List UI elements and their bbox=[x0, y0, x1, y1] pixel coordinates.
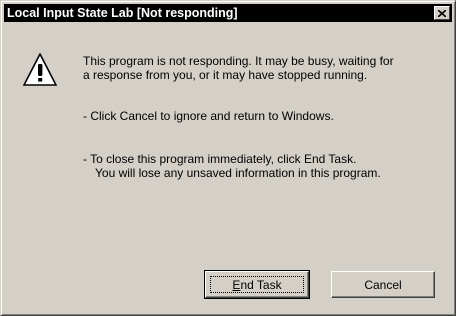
close-button[interactable] bbox=[434, 6, 450, 20]
title-bar[interactable]: Local Input State Lab [Not responding] bbox=[4, 4, 452, 22]
message-line: You will lose any unsaved information in… bbox=[95, 166, 381, 180]
message-line: - To close this program immediately, cli… bbox=[83, 152, 357, 166]
cancel-button[interactable]: Cancel bbox=[331, 271, 435, 298]
window-title: Local Input State Lab [Not responding] bbox=[7, 6, 238, 20]
message-line: This program is not responding. It may b… bbox=[83, 54, 394, 68]
warning-icon bbox=[23, 53, 57, 86]
cancel-label: Cancel bbox=[364, 277, 402, 292]
message-line: a response from you, or it may have stop… bbox=[83, 68, 368, 82]
not-responding-dialog: Local Input State Lab [Not responding] T… bbox=[0, 0, 456, 316]
focus-ring bbox=[210, 276, 304, 293]
end-task-button[interactable]: End Task bbox=[204, 270, 310, 299]
close-icon bbox=[438, 9, 446, 17]
message-line: - Click Cancel to ignore and return to W… bbox=[83, 109, 334, 123]
message-paragraph: This program is not responding. It may b… bbox=[83, 54, 394, 82]
cancel-instruction: - Click Cancel to ignore and return to W… bbox=[83, 109, 334, 123]
end-task-instruction: - To close this program immediately, cli… bbox=[83, 152, 381, 180]
